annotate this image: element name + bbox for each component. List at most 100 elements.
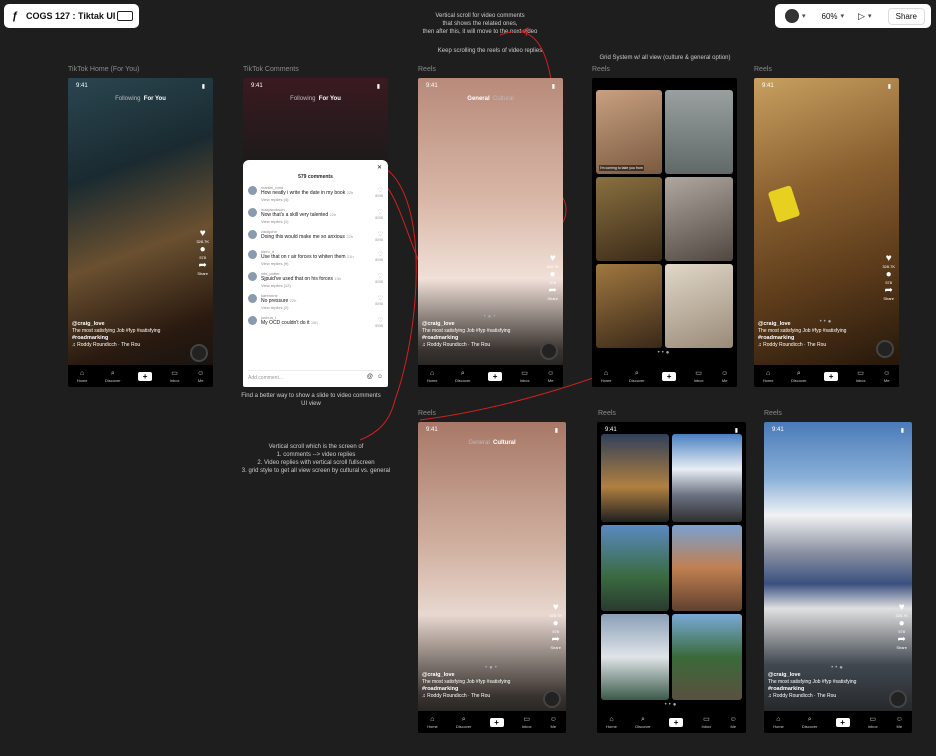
music-disc[interactable] (889, 690, 907, 708)
phone-reels-meme[interactable]: 9:41 ▮ ♥ 328.7K ● 578 ➦ Share ••● @craig_lov… (754, 78, 899, 387)
tab-cultural[interactable]: Cultural (493, 96, 514, 102)
music-title[interactable]: Roddy Roundicch · The Rou (77, 342, 140, 348)
nav-create[interactable]: + (669, 717, 684, 727)
username[interactable]: @craig_love (422, 321, 455, 327)
avatar[interactable] (248, 316, 257, 325)
comment-item[interactable]: karennne No pressure 22h View replies (2) ♡… (248, 293, 383, 313)
nav-inbox[interactable]: ▭ Inbox (520, 370, 530, 383)
grid-tile[interactable] (665, 264, 733, 348)
phone-reels-clouds[interactable]: 9:41 ▮ General Cultural ♥ 328.7K ● 578 ➦ Sha… (418, 78, 563, 387)
nav-discover[interactable]: ⌕ Discover (456, 716, 472, 729)
share-icon[interactable]: ➦ (198, 260, 206, 271)
nav-create[interactable]: + (835, 717, 850, 727)
comment-icon[interactable]: ● (553, 618, 559, 629)
caption-hashtag[interactable]: #roadmarking (758, 335, 794, 341)
caption-hashtag[interactable]: #roadmarking (768, 686, 804, 692)
grid-tile[interactable] (672, 525, 742, 611)
avatar[interactable] (248, 250, 257, 259)
nav-discover[interactable]: ⌕ Discover (455, 370, 471, 383)
share-icon[interactable]: ➦ (897, 634, 905, 645)
nav-inbox[interactable]: ▭ Inbox (522, 716, 532, 729)
share-icon[interactable]: ➦ (551, 634, 559, 645)
heart-icon[interactable]: ♥ (886, 253, 892, 264)
heart-outline-icon[interactable]: ♡ (378, 295, 383, 302)
phone-reels-fuji[interactable]: 9:41 ▮ ♥ 328.7K ● 578 ➦ Share ••● @craig_lov… (764, 422, 912, 733)
avatar[interactable] (248, 186, 257, 195)
tab-for-you[interactable]: For You (319, 96, 341, 102)
music-disc[interactable] (540, 342, 558, 360)
comment-icon[interactable]: ● (899, 618, 905, 629)
heart-outline-icon[interactable]: ♡ (378, 209, 383, 216)
comment-icon[interactable]: ● (886, 269, 892, 280)
carousel-dots[interactable]: ••● (665, 702, 679, 708)
carousel-dots[interactable]: •●• (485, 665, 499, 671)
music-disc[interactable] (190, 344, 208, 362)
nav-create[interactable]: + (824, 371, 839, 381)
avatar[interactable] (248, 208, 257, 217)
grid-tile[interactable] (601, 614, 669, 700)
heart-outline-icon[interactable]: ♡ (378, 251, 383, 258)
nav-home[interactable]: ⌂ Home (77, 370, 88, 383)
nav-create[interactable]: + (489, 717, 504, 727)
phone-reels-cultural[interactable]: 9:41 ▮ General Cultural ♥ 328.7K ● 578 ➦ Sha… (418, 422, 566, 733)
music-disc[interactable] (543, 690, 561, 708)
nav-inbox[interactable]: ▭ Inbox (701, 716, 711, 729)
heart-icon[interactable]: ♥ (899, 602, 905, 613)
nav-create[interactable]: + (488, 371, 503, 381)
music-title[interactable]: Roddy Roundicch · The Rou (427, 342, 490, 348)
nav-discover[interactable]: ⌕ Discover (635, 716, 651, 729)
comment-item[interactable]: maxjacobson Now that's a skill very talen… (248, 207, 383, 227)
view-replies-link[interactable]: View replies (9) (261, 261, 289, 266)
emoji-icon[interactable]: ☺ (377, 374, 383, 380)
heart-outline-icon[interactable]: ♡ (378, 317, 383, 324)
heart-icon[interactable]: ♥ (553, 602, 559, 613)
nav-discover[interactable]: ⌕ Discover (802, 716, 818, 729)
nav-create[interactable]: + (138, 371, 153, 381)
comment-item[interactable]: zackjohn Doing this would make me so anxi… (248, 229, 383, 249)
nav-inbox[interactable]: ▭ Inbox (694, 370, 704, 383)
phone-grid-travel[interactable]: 9:41 ▮ ••● ⌂ Home ⌕ Discover + ▭ Inbox ☺ Me (597, 422, 746, 733)
nav-home[interactable]: ⌂ Home (601, 370, 612, 383)
music-disc[interactable] (876, 340, 894, 358)
tab-general[interactable]: General (468, 440, 489, 446)
carousel-dots[interactable]: ••● (831, 665, 845, 671)
avatar[interactable] (248, 230, 257, 239)
comment-icon[interactable]: ● (200, 244, 206, 255)
username[interactable]: @craig_love (422, 672, 455, 678)
nav-me[interactable]: ☺ Me (547, 370, 554, 383)
music-title[interactable]: Roddy Roundicch · The Rou (763, 342, 826, 348)
username[interactable]: @craig_love (758, 321, 791, 327)
tab-following[interactable]: Following (115, 96, 140, 102)
heart-icon[interactable]: ♥ (200, 228, 206, 239)
comment-item[interactable]: kiero_d Use that on r air forces to white… (248, 249, 383, 269)
nav-inbox[interactable]: ▭ Inbox (170, 370, 180, 383)
grid-tile[interactable] (665, 90, 733, 174)
nav-home[interactable]: ⌂ Home (427, 716, 438, 729)
share-icon[interactable]: ➦ (884, 285, 892, 296)
nav-discover[interactable]: ⌕ Discover (791, 370, 807, 383)
grid-tile[interactable] (665, 177, 733, 261)
nav-me[interactable]: ☺ Me (721, 370, 728, 383)
username[interactable]: @craig_love (72, 321, 105, 327)
grid-tile[interactable] (601, 525, 669, 611)
nav-create[interactable]: + (662, 371, 677, 381)
tab-cultural[interactable]: Cultural (493, 440, 516, 446)
nav-discover[interactable]: ⌕ Discover (629, 370, 645, 383)
phone-grid-memes[interactable]: I'm coming to take you from ••● ⌂ Home ⌕ D… (592, 78, 737, 387)
view-replies-link[interactable]: View replies (2) (261, 305, 289, 310)
avatar[interactable] (248, 294, 257, 303)
heart-outline-icon[interactable]: ♡ (378, 231, 383, 238)
nav-me[interactable]: ☺ Me (883, 370, 890, 383)
add-comment-input[interactable]: Add comment... @ ☺ (248, 370, 383, 381)
carousel-dots[interactable]: ••● (658, 350, 672, 356)
comment-item[interactable]: joshua_l My OCD couldn't do it 15h ♡ 8098 (248, 315, 383, 335)
tab-following[interactable]: Following (290, 96, 315, 102)
caption-hashtag[interactable]: #roadmarking (422, 335, 458, 341)
view-replies-link[interactable]: View replies (4) (261, 197, 289, 202)
avatar[interactable] (248, 272, 257, 281)
phone-home[interactable]: 9:41 ▮ Following For You ♥ 328.7K ● 578 ➦ Sh… (68, 78, 213, 387)
grid-tile[interactable] (601, 434, 669, 522)
heart-outline-icon[interactable]: ♡ (378, 273, 383, 280)
heart-icon[interactable]: ♥ (550, 253, 556, 264)
caption-hashtag[interactable]: #roadmarking (72, 335, 108, 341)
